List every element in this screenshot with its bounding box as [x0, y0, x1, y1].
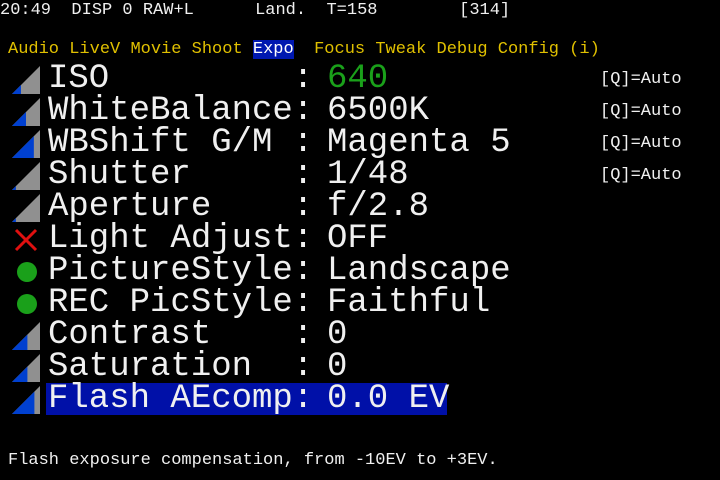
item-label: Saturation : — [48, 348, 314, 386]
item-label: Flash AEcomp: — [48, 380, 314, 418]
tab-shoot[interactable]: Shoot — [192, 40, 243, 59]
picture-style-short: Land. — [255, 1, 307, 20]
item-label: Contrast : — [48, 316, 314, 354]
item-label: Aperture : — [48, 188, 314, 226]
auto-hint: [Q]=Auto — [600, 70, 682, 89]
help-text: Flash exposure compensation, from -10EV … — [8, 451, 498, 470]
slider-level-icon — [12, 322, 40, 350]
menu-tabs: Audio LiveV Movie Shoot Expo Focus Tweak… — [8, 39, 600, 61]
item-value: 6500K — [327, 92, 430, 130]
slider-level-icon — [12, 354, 40, 382]
menu-item[interactable]: Flash AEcomp: 0.0 EV — [0, 380, 720, 418]
item-value: f/2.8 — [327, 188, 430, 226]
menu-item[interactable]: Light Adjust: OFF — [0, 220, 720, 258]
status-bar: 20:49 DISP 0 RAW+L Land. T=158 [314] — [0, 0, 510, 22]
tab-movie[interactable]: Movie — [130, 40, 181, 59]
item-value: Landscape — [327, 252, 511, 290]
item-value: 0 — [327, 348, 348, 386]
menu-item[interactable]: PictureStyle: Landscape — [0, 252, 720, 290]
item-label: WhiteBalance: — [48, 92, 314, 130]
tab-expo[interactable]: Expo — [252, 40, 294, 59]
menu-item[interactable]: ISO : 640 [Q]=Auto — [0, 60, 720, 98]
item-label: Shutter : — [48, 156, 314, 194]
slider-level-icon — [12, 162, 40, 190]
menu-item[interactable]: Shutter : 1/48 [Q]=Auto — [0, 156, 720, 194]
tab-livev[interactable]: LiveV — [69, 40, 120, 59]
item-value: 0 — [327, 316, 348, 354]
menu-item[interactable]: Aperture : f/2.8 — [0, 188, 720, 226]
slider-level-icon — [12, 386, 40, 414]
slider-level-icon — [12, 98, 40, 126]
slider-level-icon — [12, 66, 40, 94]
tab-tweak[interactable]: Tweak — [375, 40, 426, 59]
item-label: REC PicStyle: — [48, 284, 314, 322]
tab-debug[interactable]: Debug — [437, 40, 488, 59]
item-value: Magenta 5 — [327, 124, 511, 162]
item-value: 1/48 — [327, 156, 409, 194]
auto-hint: [Q]=Auto — [600, 134, 682, 153]
item-label: ISO : — [48, 60, 314, 98]
item-value: 640 — [327, 60, 389, 98]
menu-item[interactable]: Contrast : 0 — [0, 316, 720, 354]
temperature: T=158 — [326, 1, 378, 20]
item-value: OFF — [327, 220, 389, 258]
clock: 20:49 — [0, 1, 52, 20]
tab-focus[interactable]: Focus — [314, 40, 365, 59]
menu-item[interactable]: WhiteBalance: 6500K [Q]=Auto — [0, 92, 720, 130]
x-mark-icon — [14, 228, 38, 252]
item-label: WBShift G/M : — [48, 124, 314, 162]
item-label: Light Adjust: — [48, 220, 314, 258]
tab-config[interactable]: Config — [498, 40, 559, 59]
item-value: 0.0 EV — [327, 380, 450, 418]
menu-item[interactable]: Saturation : 0 — [0, 348, 720, 386]
green-dot-icon — [17, 262, 37, 282]
item-value: Faithful — [327, 284, 491, 322]
menu-item[interactable]: WBShift G/M : Magenta 5 [Q]=Auto — [0, 124, 720, 162]
slider-level-icon — [12, 194, 40, 222]
item-label: PictureStyle: — [48, 252, 314, 290]
auto-hint: [Q]=Auto — [600, 102, 682, 121]
menu-item[interactable]: REC PicStyle: Faithful — [0, 284, 720, 322]
slider-level-icon — [12, 130, 40, 158]
tab-audio[interactable]: Audio — [8, 40, 59, 59]
disp-mode: DISP 0 RAW+L — [71, 1, 194, 20]
auto-hint: [Q]=Auto — [600, 166, 682, 185]
shots-remaining: [314] — [459, 1, 511, 20]
green-dot-icon — [17, 294, 37, 314]
tab-i[interactable]: (i) — [569, 40, 600, 59]
